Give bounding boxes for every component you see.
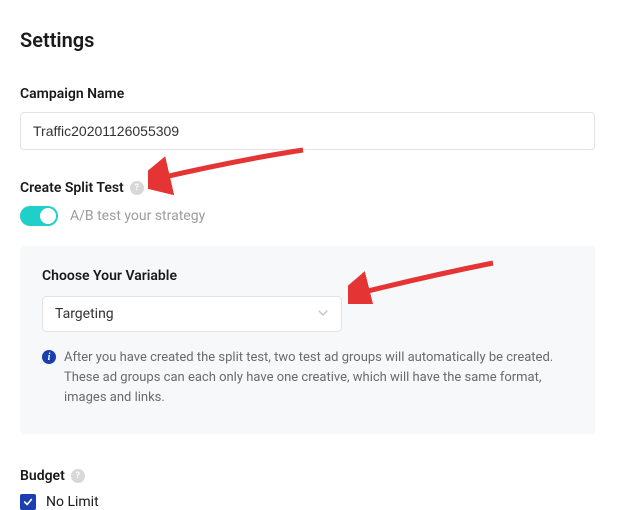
page-title: Settings — [20, 28, 609, 52]
chevron-down-icon — [317, 307, 329, 322]
variable-panel: Choose Your Variable Targeting i After y… — [20, 246, 595, 434]
no-limit-checkbox[interactable] — [20, 494, 36, 510]
split-test-caption: A/B test your strategy — [70, 208, 205, 224]
campaign-name-label: Campaign Name — [20, 86, 609, 102]
split-test-toggle[interactable] — [20, 206, 58, 226]
split-test-label: Create Split Test ? — [20, 180, 609, 196]
budget-section: Budget ? No Limit — [20, 468, 609, 510]
variable-select[interactable]: Targeting — [42, 296, 342, 332]
help-icon[interactable]: ? — [71, 469, 85, 483]
split-test-label-text: Create Split Test — [20, 180, 124, 196]
campaign-name-input[interactable] — [20, 112, 595, 150]
budget-label-text: Budget — [20, 468, 65, 484]
help-icon[interactable]: ? — [130, 181, 144, 195]
variable-selected-value: Targeting — [55, 306, 114, 322]
split-test-section: Create Split Test ? A/B test your strate… — [20, 180, 609, 434]
budget-label: Budget ? — [20, 468, 609, 484]
no-limit-label: No Limit — [46, 494, 99, 510]
variable-label: Choose Your Variable — [42, 268, 573, 284]
info-icon: i — [42, 350, 56, 364]
variable-info-text: After you have created the split test, t… — [64, 348, 573, 408]
campaign-name-section: Campaign Name — [20, 86, 609, 150]
